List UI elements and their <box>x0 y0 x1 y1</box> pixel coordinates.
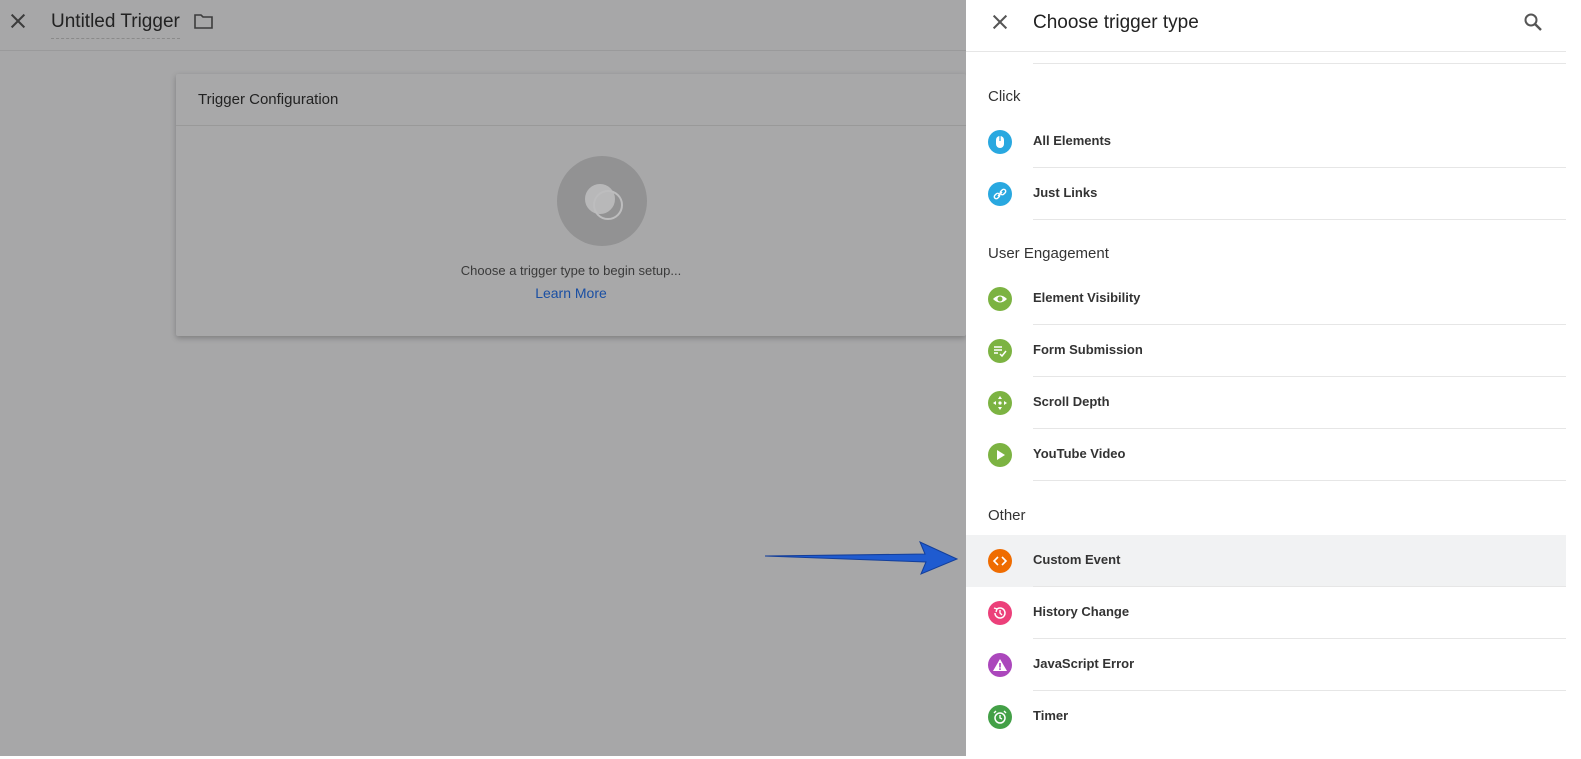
trigger-item-label: History Change <box>1033 604 1130 619</box>
panel-title: Choose trigger type <box>1033 12 1199 33</box>
scroll-arrows-icon <box>988 391 1012 415</box>
trigger-item-label: JavaScript Error <box>1033 656 1135 671</box>
trigger-configuration-card[interactable]: Trigger Configuration Choose a trigger t… <box>176 74 966 336</box>
trigger-item-label: Form Submission <box>1033 342 1143 357</box>
trigger-item-timer[interactable]: Timer <box>966 691 1566 743</box>
section-click: Click <box>988 88 1021 105</box>
trigger-item-all-elements[interactable]: All Elements <box>966 116 1566 168</box>
close-icon[interactable] <box>8 11 28 31</box>
folder-icon[interactable] <box>194 14 213 29</box>
trigger-item-element-visibility[interactable]: Element Visibility <box>966 273 1566 325</box>
trigger-type-panel: Choose trigger type Click All Elements J… <box>966 0 1566 756</box>
close-panel-icon[interactable] <box>990 12 1010 32</box>
annotation-arrow-icon <box>765 541 959 575</box>
card-divider <box>176 125 966 126</box>
card-title: Trigger Configuration <box>198 91 339 108</box>
section-user-engagement: User Engagement <box>988 245 1109 262</box>
learn-more-link[interactable]: Learn More <box>176 285 966 301</box>
trigger-item-just-links[interactable]: Just Links <box>966 168 1566 220</box>
mouse-icon <box>988 130 1012 154</box>
trigger-placeholder-icon[interactable] <box>557 156 647 246</box>
alarm-clock-icon <box>988 705 1012 729</box>
trigger-item-label: Scroll Depth <box>1033 394 1110 409</box>
warning-icon <box>988 653 1012 677</box>
form-check-icon <box>988 339 1012 363</box>
eye-icon <box>988 287 1012 311</box>
trigger-item-label: Just Links <box>1033 185 1098 200</box>
trigger-item-form-submission[interactable]: Form Submission <box>966 325 1566 377</box>
trigger-item-label: YouTube Video <box>1033 446 1126 461</box>
trigger-item-scroll-depth[interactable]: Scroll Depth <box>966 377 1566 429</box>
setup-hint: Choose a trigger type to begin setup... <box>460 263 682 278</box>
list-top-divider <box>1033 63 1566 64</box>
link-icon <box>988 182 1012 206</box>
header-divider <box>966 51 1566 52</box>
trigger-item-javascript-error[interactable]: JavaScript Error <box>966 639 1566 691</box>
search-icon[interactable] <box>1523 12 1543 32</box>
trigger-item-custom-event[interactable]: Custom Event <box>966 535 1566 587</box>
code-icon <box>988 549 1012 573</box>
history-icon <box>988 601 1012 625</box>
trigger-item-history-change[interactable]: History Change <box>966 587 1566 639</box>
section-other: Other <box>988 507 1026 524</box>
trigger-item-label: All Elements <box>1033 133 1112 148</box>
trigger-name-field[interactable]: Untitled Trigger <box>51 11 180 39</box>
trigger-item-label: Timer <box>1033 708 1069 723</box>
trigger-item-label: Element Visibility <box>1033 290 1141 305</box>
play-icon <box>988 443 1012 467</box>
trigger-editor-backdrop: Untitled Trigger Trigger Configuration C… <box>0 0 966 756</box>
editor-header: Untitled Trigger <box>0 0 966 51</box>
trigger-item-youtube-video[interactable]: YouTube Video <box>966 429 1566 481</box>
trigger-item-label: Custom Event <box>1033 552 1121 567</box>
